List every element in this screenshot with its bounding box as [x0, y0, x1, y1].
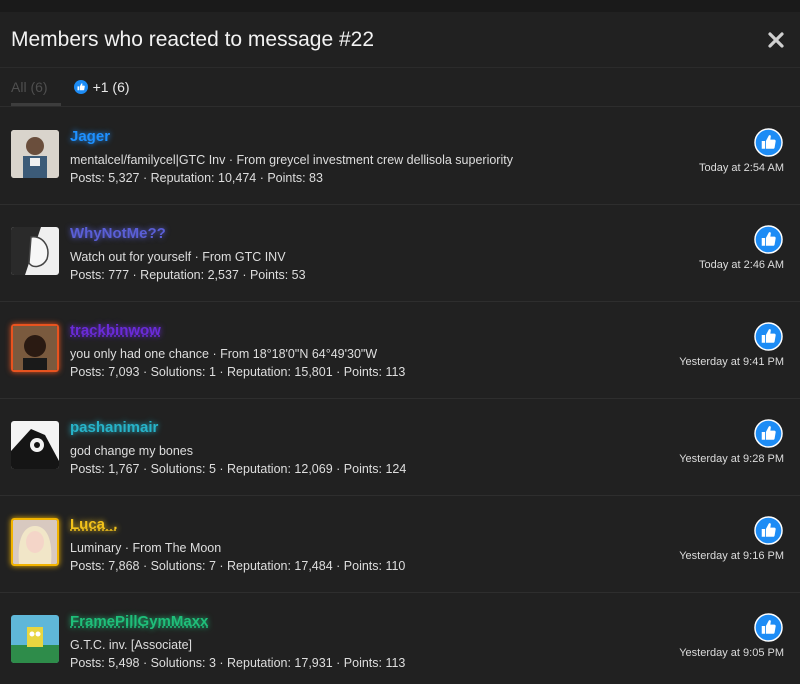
- avatar[interactable]: [11, 518, 59, 566]
- close-button[interactable]: [764, 28, 788, 52]
- member-row: WhyNotMe?? Watch out for yourself · From…: [0, 205, 800, 302]
- member-name[interactable]: pashanimair: [70, 419, 158, 436]
- member-name[interactable]: Luca_.: [70, 516, 118, 533]
- thumbs-up-icon[interactable]: [754, 516, 783, 545]
- avatar[interactable]: [11, 421, 59, 469]
- member-stats: Posts: 777 · Reputation: 2,537 · Points:…: [70, 268, 306, 282]
- reaction-time: Yesterday at 9:41 PM: [679, 356, 784, 368]
- member-stats: Posts: 5,498 · Solutions: 3 · Reputation…: [70, 656, 406, 670]
- member-row: pashanimair god change my bones Posts: 1…: [0, 399, 800, 496]
- thumbs-up-icon[interactable]: [754, 128, 783, 157]
- member-tagline: Luminary · From The Moon: [70, 541, 222, 555]
- reaction-time: Today at 2:46 AM: [699, 259, 784, 271]
- member-row: trackbinwow you only had one chance · Fr…: [0, 302, 800, 399]
- tab-plus-one-label: +1 (6): [92, 79, 130, 95]
- avatar[interactable]: [11, 615, 59, 663]
- thumbs-up-icon: [73, 80, 88, 94]
- thumbs-up-icon[interactable]: [754, 322, 783, 351]
- reaction-time: Yesterday at 9:16 PM: [679, 550, 784, 562]
- avatar[interactable]: [11, 227, 59, 275]
- reaction-time: Today at 2:54 AM: [699, 162, 784, 174]
- close-icon[interactable]: [767, 31, 785, 49]
- dialog-title: Members who reacted to message #22: [11, 27, 375, 51]
- tab-all-label: All (6): [11, 79, 48, 95]
- member-name[interactable]: Jager: [70, 128, 110, 145]
- member-stats: Posts: 7,093 · Solutions: 1 · Reputation…: [70, 365, 406, 379]
- member-stats: Posts: 7,868 · Solutions: 7 · Reputation…: [70, 559, 406, 573]
- tab-all[interactable]: All (6): [11, 68, 61, 106]
- avatar[interactable]: [11, 324, 59, 372]
- tab-plus-one[interactable]: +1 (6): [73, 68, 130, 106]
- avatar[interactable]: [11, 130, 59, 178]
- member-name[interactable]: WhyNotMe??: [70, 225, 166, 242]
- thumbs-up-icon[interactable]: [754, 419, 783, 448]
- member-tagline: god change my bones: [70, 444, 194, 458]
- reaction-tabs: All (6) +1 (6): [0, 68, 800, 107]
- reactions-dialog: Members who reacted to message #22 All (…: [0, 12, 800, 684]
- page-top-bar: [0, 0, 800, 12]
- member-tagline: mentalcel/familycel|GTC Inv · From greyc…: [70, 153, 513, 167]
- dialog-header: Members who reacted to message #22: [0, 12, 800, 68]
- member-row: Jager mentalcel/familycel|GTC Inv · From…: [0, 108, 800, 205]
- thumbs-up-icon[interactable]: [754, 613, 783, 642]
- member-tagline: Watch out for yourself · From GTC INV: [70, 250, 286, 264]
- member-row: FramePillGymMaxx G.T.C. inv. [Associate]…: [0, 593, 800, 684]
- member-name[interactable]: trackbinwow: [70, 322, 161, 339]
- thumbs-up-icon[interactable]: [754, 225, 783, 254]
- reaction-time: Yesterday at 9:05 PM: [679, 647, 784, 659]
- member-stats: Posts: 5,327 · Reputation: 10,474 · Poin…: [70, 171, 323, 185]
- reaction-time: Yesterday at 9:28 PM: [679, 453, 784, 465]
- member-name[interactable]: FramePillGymMaxx: [70, 613, 208, 630]
- member-row: Luca_. Luminary · From The Moon Posts: 7…: [0, 496, 800, 593]
- member-stats: Posts: 1,767 · Solutions: 5 · Reputation…: [70, 462, 407, 476]
- member-tagline: G.T.C. inv. [Associate]: [70, 638, 193, 652]
- member-tagline: you only had one chance · From 18°18'0"N…: [70, 347, 378, 361]
